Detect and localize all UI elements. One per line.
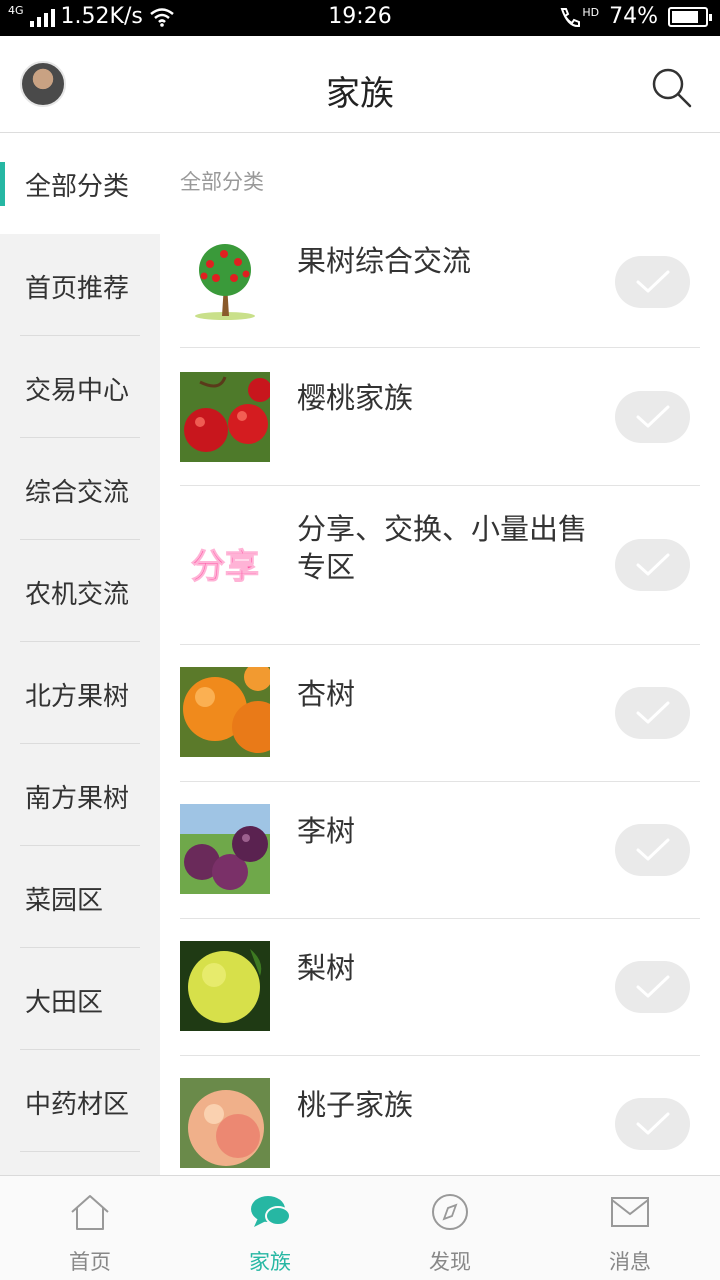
sidebar-item-home-recommend[interactable]: 首页推荐 bbox=[20, 234, 140, 336]
nav-family[interactable]: 家族 bbox=[180, 1176, 360, 1280]
check-icon bbox=[636, 701, 670, 724]
sidebar-item-all[interactable]: 全部分类 bbox=[0, 134, 160, 234]
pear-thumbnail bbox=[180, 941, 270, 1031]
join-check-button[interactable] bbox=[615, 687, 690, 739]
sidebar-item-label: 交易中心 bbox=[25, 376, 130, 406]
cherry-thumbnail bbox=[180, 372, 270, 462]
status-bar: 4G 1.52K/s 19:26 HD 74% bbox=[0, 0, 720, 36]
nav-label: 首页 bbox=[69, 1250, 111, 1274]
sidebar-item-label: 农机交流 bbox=[25, 580, 130, 610]
chat-icon bbox=[251, 1196, 291, 1227]
list-item[interactable]: 樱桃家族 bbox=[180, 349, 700, 486]
category-sidebar: 全部分类 首页推荐 交易中心 综合交流 农机交流 北方果树 南方果树 菜园区 大… bbox=[0, 134, 160, 1175]
join-check-button[interactable] bbox=[615, 256, 690, 308]
active-indicator bbox=[0, 162, 5, 206]
nav-label: 家族 bbox=[249, 1250, 291, 1274]
bottom-nav: 首页 家族 发现 消息 bbox=[0, 1175, 720, 1280]
sidebar-item-machinery[interactable]: 农机交流 bbox=[20, 540, 140, 642]
list-item-title: 梨树 bbox=[297, 951, 356, 985]
list-item[interactable]: 杏树 bbox=[180, 645, 700, 782]
call-hd-icon: HD bbox=[558, 6, 599, 28]
sidebar-item-label: 大田区 bbox=[25, 988, 104, 1018]
sidebar-item-general[interactable]: 综合交流 bbox=[20, 438, 140, 540]
nav-label: 发现 bbox=[429, 1250, 471, 1274]
sidebar-item-label: 中药材区 bbox=[25, 1090, 130, 1120]
list-item-title: 果树综合交流 bbox=[297, 244, 472, 278]
status-right: HD 74% bbox=[558, 4, 712, 29]
join-check-button[interactable] bbox=[615, 539, 690, 591]
nav-discover[interactable]: 发现 bbox=[360, 1176, 540, 1280]
nav-label: 消息 bbox=[609, 1250, 651, 1274]
search-icon[interactable] bbox=[650, 66, 694, 110]
sidebar-item-trade[interactable]: 交易中心 bbox=[20, 336, 140, 438]
list-item-title: 分享、交换、小量出售专区 bbox=[297, 512, 588, 584]
sidebar-item-label: 北方果树 bbox=[25, 682, 130, 712]
sidebar-item-label: 菜园区 bbox=[25, 886, 104, 916]
sidebar-item-north-fruit[interactable]: 北方果树 bbox=[20, 642, 140, 744]
join-check-button[interactable] bbox=[615, 961, 690, 1013]
list-item[interactable]: 梨树 bbox=[180, 919, 700, 1056]
nav-home[interactable]: 首页 bbox=[0, 1176, 180, 1280]
app-header: 家族 bbox=[0, 36, 720, 133]
sidebar-item-label: 全部分类 bbox=[25, 172, 130, 202]
share-logo-thumbnail: 分享 bbox=[180, 520, 270, 610]
list-item-title: 李树 bbox=[297, 814, 356, 848]
list-item[interactable]: 果树综合交流 bbox=[180, 230, 700, 348]
peach-thumbnail bbox=[180, 1078, 270, 1168]
fruit-tree-thumbnail bbox=[180, 236, 270, 326]
mail-icon bbox=[611, 1197, 649, 1227]
check-icon bbox=[636, 405, 670, 428]
check-icon bbox=[636, 553, 670, 576]
list-item-title: 樱桃家族 bbox=[297, 381, 414, 415]
check-icon bbox=[636, 270, 670, 293]
list-item[interactable]: 分享 分享、交换、小量出售专区 bbox=[180, 486, 700, 645]
compass-icon bbox=[432, 1194, 468, 1230]
plum-thumbnail bbox=[180, 804, 270, 894]
home-icon bbox=[71, 1195, 109, 1230]
list-item[interactable]: 李树 bbox=[180, 782, 700, 919]
sidebar-item-vegetable[interactable]: 菜园区 bbox=[20, 846, 140, 948]
nav-messages[interactable]: 消息 bbox=[540, 1176, 720, 1280]
battery-icon bbox=[668, 6, 712, 27]
list-item[interactable]: 桃子家族 bbox=[180, 1056, 700, 1175]
family-list: 全部分类 果树综合交流 樱桃家族 分享 分享、交换、小量出售专区 杏树 李树 梨… bbox=[160, 134, 720, 1175]
join-check-button[interactable] bbox=[615, 391, 690, 443]
list-item-title: 桃子家族 bbox=[297, 1088, 414, 1122]
sidebar-item-label: 首页推荐 bbox=[25, 274, 130, 304]
section-label: 全部分类 bbox=[180, 170, 264, 194]
join-check-button[interactable] bbox=[615, 1098, 690, 1150]
check-icon bbox=[636, 1112, 670, 1135]
share-logo-text: 分享 bbox=[191, 547, 259, 587]
sidebar-item-south-fruit[interactable]: 南方果树 bbox=[20, 744, 140, 846]
sidebar-item-label: 综合交流 bbox=[25, 478, 130, 508]
page-title: 家族 bbox=[326, 74, 394, 114]
list-item-title: 杏树 bbox=[297, 677, 356, 711]
sidebar-item-field[interactable]: 大田区 bbox=[20, 948, 140, 1050]
join-check-button[interactable] bbox=[615, 824, 690, 876]
hd-label: HD bbox=[582, 5, 600, 19]
check-icon bbox=[636, 975, 670, 998]
battery-percent: 74% bbox=[609, 4, 658, 29]
sidebar-item-label: 南方果树 bbox=[25, 784, 130, 814]
sidebar-item-herbal[interactable]: 中药材区 bbox=[20, 1050, 140, 1152]
apricot-thumbnail bbox=[180, 667, 270, 757]
check-icon bbox=[636, 838, 670, 861]
